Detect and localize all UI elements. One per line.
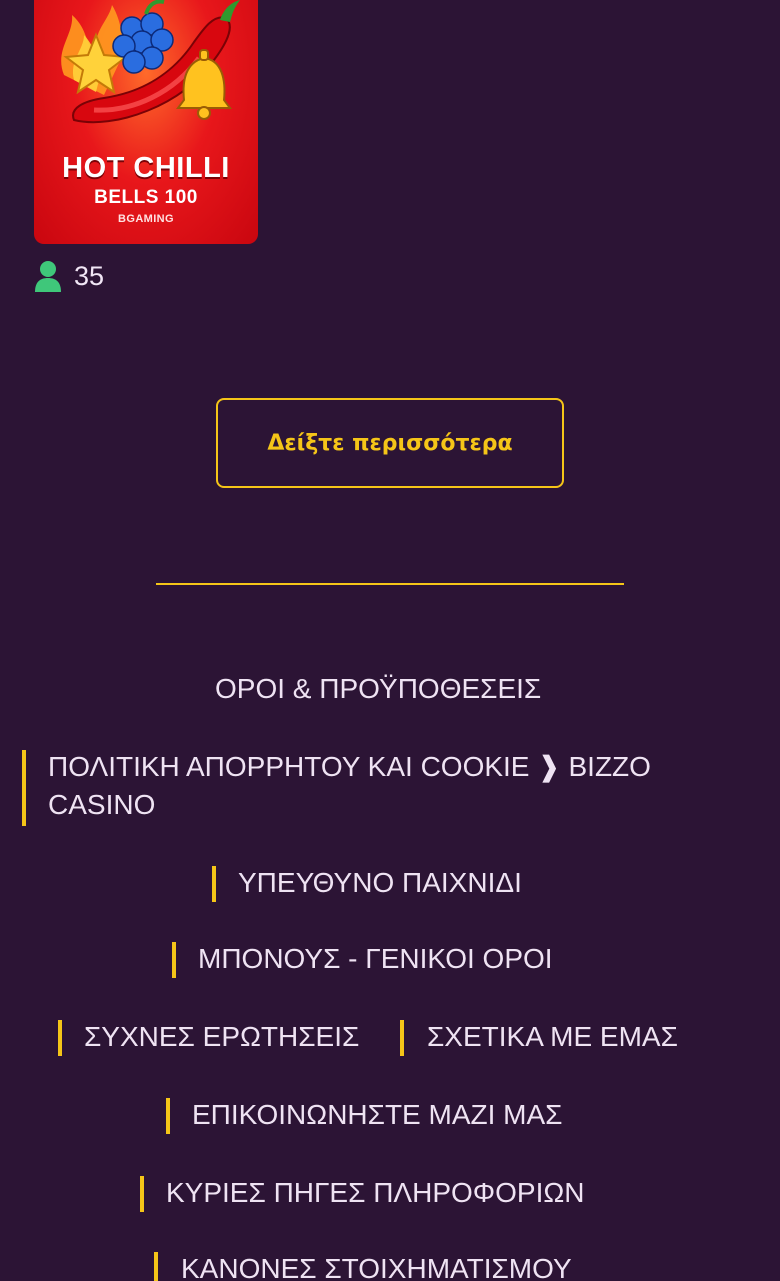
footer-link-terms[interactable]: ΟΡΟΙ & ΠΡΟΫΠΟΘΕΣΕΙΣ (215, 670, 541, 708)
footer-link-privacy-line2: CASINO (48, 789, 156, 820)
footer-link-privacy-line1: ΠΟΛΙΤΙΚΗ ΑΠΟΡΡΗΤΟΥ ΚΑΙ COOKIE ❱ BIZZO (48, 751, 651, 782)
footer-link-privacy-continued[interactable]: CASINO (48, 786, 155, 824)
players-count: 35 (74, 260, 105, 291)
link-separator (154, 1252, 158, 1281)
footer-link-privacy[interactable]: ΠΟΛΙΤΙΚΗ ΑΠΟΡΡΗΤΟΥ ΚΑΙ COOKIE ❱ BIZZO (48, 748, 651, 786)
game-art-illustration (61, 0, 240, 124)
link-separator (58, 1020, 62, 1056)
game-subtitle: BELLS 100 (94, 187, 198, 208)
footer-link-info-sources[interactable]: ΚΥΡΙΕΣ ΠΗΓΕΣ ΠΛΗΡΟΦΟΡΙΩΝ (166, 1174, 585, 1212)
footer-link-faq[interactable]: ΣΥΧΝΕΣ ΕΡΩΤΗΣΕΙΣ (84, 1018, 359, 1056)
link-separator (140, 1176, 144, 1212)
footer-link-contact[interactable]: ΕΠΙΚΟΙΝΩΝΗΣΤΕ ΜΑΖΙ ΜΑΣ (192, 1096, 562, 1134)
link-separator (212, 866, 216, 902)
link-separator (22, 750, 26, 826)
players-online: 35 (34, 259, 104, 293)
game-provider: BGAMING (118, 213, 174, 225)
footer-link-responsible-gaming[interactable]: ΥΠΕΥΘΥΝΟ ΠΑΙΧΝΙΔΙ (238, 864, 522, 902)
link-separator (166, 1098, 170, 1134)
user-icon (35, 261, 61, 292)
footer-link-about[interactable]: ΣΧΕΤΙΚΑ ΜΕ ΕΜΑΣ (427, 1018, 678, 1056)
footer-divider (156, 583, 624, 585)
footer-link-betting-rules[interactable]: ΚΑΝΟΝΕΣ ΣΤΟΙΧΗΜΑΤΙΣΜΟΥ (181, 1250, 572, 1281)
show-more-button[interactable]: Δείξτε περισσότερα (216, 398, 564, 488)
game-tile-hot-chilli-bells[interactable]: HOT CHILLI BELLS 100 BGAMING (34, 0, 258, 244)
link-separator (400, 1020, 404, 1056)
page: HOT CHILLI BELLS 100 BGAMING 35 Δείξτε π… (0, 0, 780, 1281)
footer-link-bonus-terms[interactable]: ΜΠΟΝΟΥΣ - ΓΕΝΙΚΟΙ ΟΡΟΙ (198, 940, 553, 978)
game-title: HOT CHILLI (62, 152, 230, 184)
link-separator (172, 942, 176, 978)
